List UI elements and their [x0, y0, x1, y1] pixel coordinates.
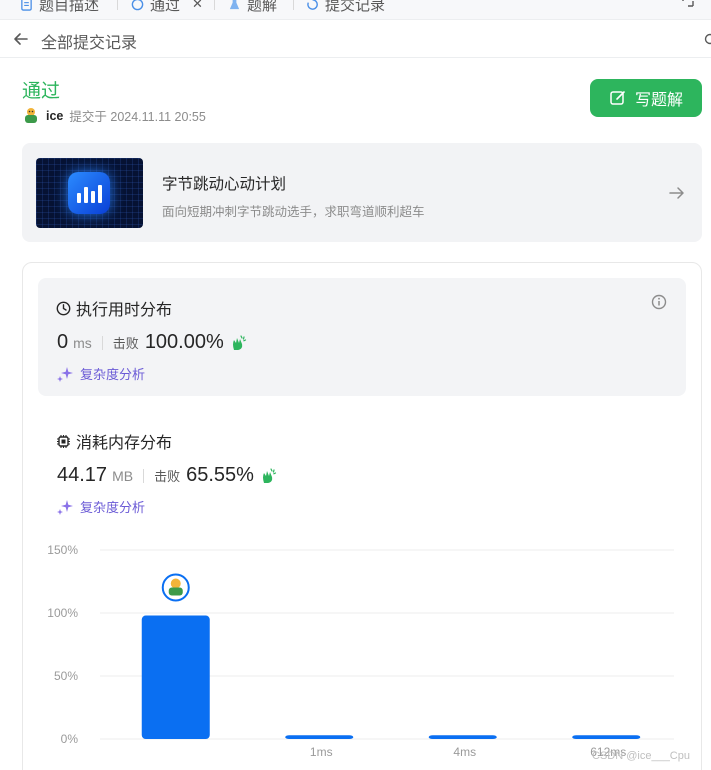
- settings-icon[interactable]: [703, 32, 711, 46]
- tab-description[interactable]: 题目描述: [20, 0, 99, 16]
- submitted-time: 提交于 2024.11.11 20:55: [69, 110, 206, 124]
- avatar[interactable]: [22, 107, 40, 125]
- tab-label: 通过: [150, 0, 181, 14]
- check-circle-icon: [131, 0, 144, 10]
- chart-logo-icon: [68, 172, 110, 214]
- edit-icon: [610, 91, 625, 105]
- promo-banner[interactable]: 字节跳动心动计划 面向短期冲刺字节跳动选手，求职弯道顺利超车: [22, 143, 702, 242]
- runtime-title: 执行用时分布: [56, 296, 172, 320]
- runtime-complexity-link[interactable]: 复杂度分析: [56, 364, 145, 383]
- tab-accepted[interactable]: 通过 ✕: [131, 0, 203, 16]
- chip-icon: [57, 434, 70, 448]
- sparkle-icon: [57, 366, 73, 382]
- tab-divider: [214, 0, 215, 10]
- runtime-metric: 0 ms 击败 100.00%: [57, 331, 247, 354]
- runtime-beat-label: 击败: [112, 336, 139, 351]
- tab-submissions[interactable]: 提交记录: [306, 0, 385, 16]
- clock-icon: [56, 301, 71, 315]
- back-title[interactable]: 全部提交记录: [41, 29, 137, 53]
- description-icon: [21, 0, 32, 11]
- runtime-unit: ms: [73, 335, 92, 351]
- write-solution-button[interactable]: 写题解: [590, 79, 702, 117]
- submission-status: 通过: [22, 81, 61, 102]
- promo-subtitle: 面向短期冲刺字节跳动选手，求职弯道顺利超车: [162, 205, 425, 219]
- memory-unit: MB: [112, 468, 134, 484]
- username[interactable]: ice: [46, 109, 63, 123]
- watermark: CSDN @ice___Cpu: [592, 750, 690, 762]
- sparkle-icon: [57, 499, 73, 515]
- history-icon: [307, 0, 318, 10]
- tab-strip: 题目描述 通过 ✕ 题解 提交记录: [0, 0, 711, 20]
- arrow-right-icon[interactable]: [668, 184, 686, 202]
- tab-label: 题解: [247, 0, 278, 14]
- runtime-value: 0: [57, 331, 69, 353]
- tab-label: 题目描述: [39, 0, 100, 14]
- tab-label: 提交记录: [325, 0, 386, 14]
- tab-divider: [293, 0, 294, 10]
- tab-divider: [117, 0, 118, 10]
- clap-icon: [232, 334, 246, 350]
- memory-title: 消耗内存分布: [56, 429, 172, 453]
- submission-meta: ice 提交于 2024.11.11 20:55: [22, 106, 206, 125]
- memory-value: 44.17: [57, 464, 108, 486]
- runtime-title-text: 执行用时分布: [76, 302, 173, 319]
- memory-complexity-label: 复杂度分析: [80, 500, 146, 515]
- memory-beat-label: 击败: [154, 469, 181, 484]
- stats-panel: 执行用时分布 0 ms 击败 100.00% 复杂度分析 消耗内存分布 44.1…: [22, 262, 702, 770]
- arrow-left-icon[interactable]: [12, 30, 30, 48]
- runtime-complexity-label: 复杂度分析: [80, 367, 146, 382]
- flask-icon: [229, 0, 240, 9]
- tab-solutions[interactable]: 题解: [228, 0, 277, 16]
- clap-icon: [262, 467, 277, 483]
- back-bar: 全部提交记录: [0, 20, 711, 58]
- memory-percent: 65.55%: [186, 464, 254, 486]
- write-solution-label: 写题解: [634, 92, 683, 109]
- expand-icon[interactable]: [681, 0, 695, 8]
- close-icon[interactable]: ✕: [192, 0, 203, 12]
- memory-title-text: 消耗内存分布: [76, 435, 173, 452]
- promo-title: 字节跳动心动计划: [162, 176, 287, 193]
- memory-metric: 44.17 MB 击败 65.55%: [57, 464, 277, 487]
- runtime-card[interactable]: 执行用时分布 0 ms 击败 100.00% 复杂度分析: [38, 278, 686, 396]
- runtime-percent: 100.00%: [144, 331, 224, 353]
- info-icon[interactable]: [651, 294, 667, 310]
- promo-image: [36, 158, 143, 228]
- memory-complexity-link[interactable]: 复杂度分析: [56, 497, 145, 516]
